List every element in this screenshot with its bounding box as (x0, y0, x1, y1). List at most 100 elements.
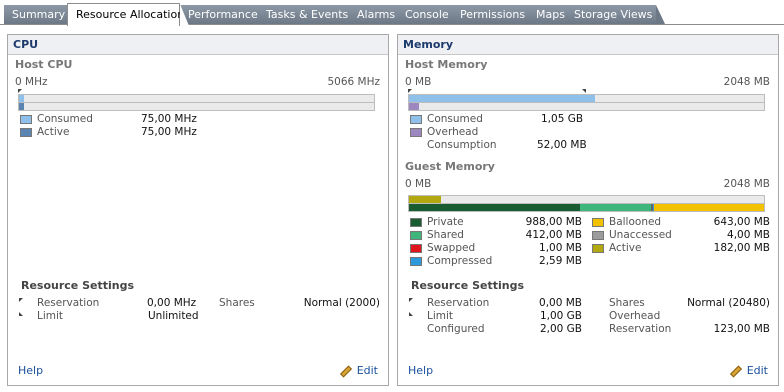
cpu-consumed-swatch (20, 115, 32, 124)
host-overhead-label: Overhead (427, 126, 479, 138)
memory-overhead-reservation-label: Reservation (609, 323, 672, 335)
guest-shared-label: Shared (427, 229, 464, 241)
guest-compressed-swatch (410, 257, 422, 266)
tab-permissions[interactable]: Permissions (452, 5, 540, 24)
cpu-edit-link[interactable]: Edit (339, 364, 378, 378)
guest-active-fill (409, 196, 441, 203)
cpu-active-bar (18, 102, 375, 111)
guest-segment-ballooned (654, 204, 764, 211)
guest-compressed-label: Compressed (427, 255, 493, 267)
cpu-reservation-value: 0,00 MHz (147, 297, 197, 309)
tab-alarms[interactable]: Alarms (349, 5, 408, 24)
guest-swapped-label: Swapped (427, 242, 476, 254)
memory-configured-label: Configured (427, 323, 485, 335)
memory-shares-value: Normal (20480) (687, 297, 770, 309)
memory-overhead-reservation-value: 123,00 MB (713, 323, 770, 335)
cpu-limit-icon (19, 312, 23, 316)
memory-limit-label: Limit (427, 310, 454, 322)
cpu-axis-min: 0 MHz (15, 76, 48, 88)
memory-overhead-label: Overhead (609, 310, 661, 322)
tab-summary[interactable]: Summary (4, 5, 78, 24)
guest-compressed-value: 2,59 MB (539, 255, 582, 267)
host-memory-min-marker-icon (408, 89, 412, 93)
tab-storage-views[interactable]: Storage Views (566, 5, 665, 24)
guest-swapped-swatch (410, 244, 422, 253)
tab-tasks-events[interactable]: Tasks & Events (258, 5, 358, 24)
guest-ballooned-label: Ballooned (609, 216, 662, 228)
host-cpu-title: Host CPU (15, 58, 73, 71)
cpu-reservation-marker-icon (18, 89, 22, 93)
cpu-panel-title: CPU (8, 35, 388, 55)
cpu-resource-settings-title: Resource Settings (21, 279, 135, 292)
host-consumption-value: 52,00 MB (537, 139, 587, 151)
tab-performance[interactable]: Performance (180, 5, 267, 24)
host-memory-consumed-fill (409, 95, 596, 102)
host-memory-axis-min: 0 MB (405, 76, 432, 88)
memory-panel-title: Memory (398, 35, 778, 55)
memory-panel: Memory Host Memory 0 MB 2048 MB Consumed… (397, 34, 779, 386)
memory-configured-value: 2,00 GB (539, 323, 582, 335)
memory-reservation-label: Reservation (427, 297, 490, 309)
tab-console[interactable]: Console (397, 5, 461, 24)
cpu-active-fill (19, 103, 25, 110)
memory-reservation-icon (409, 298, 413, 302)
edit-pencil-icon (729, 364, 742, 378)
host-memory-axis-max: 2048 MB (723, 76, 770, 88)
host-consumption-label: Consumption (427, 139, 497, 151)
cpu-active-value: 75,00 MHz (141, 126, 197, 138)
cpu-panel: CPU Host CPU 0 MHz 5066 MHz Consumed 75,… (7, 34, 389, 386)
tab-bar: Summary Resource Allocation Performance … (0, 0, 784, 26)
cpu-reservation-label: Reservation (37, 297, 100, 309)
guest-private-swatch (410, 218, 422, 227)
guest-unaccessed-label: Unaccessed (609, 229, 672, 241)
cpu-reservation-icon (19, 298, 23, 302)
tab-resource-allocation[interactable]: Resource Allocation (67, 3, 189, 26)
guest-segment-shared (580, 204, 652, 211)
memory-shares-label: Shares (609, 297, 645, 309)
guest-active-label: Active (609, 242, 642, 254)
memory-limit-icon (409, 312, 413, 316)
guest-active-value: 182,00 MB (713, 242, 770, 254)
cpu-active-swatch (20, 128, 32, 137)
guest-unaccessed-swatch (592, 231, 604, 240)
guest-unaccessed-value: 4,00 MB (727, 229, 770, 241)
tab-maps[interactable]: Maps (528, 5, 576, 24)
memory-help-link[interactable]: Help (408, 364, 433, 377)
host-memory-overhead-fill (409, 103, 419, 110)
cpu-active-label: Active (37, 126, 70, 138)
cpu-consumed-fill (19, 95, 25, 102)
guest-memory-title: Guest Memory (405, 160, 495, 173)
cpu-help-link[interactable]: Help (18, 364, 43, 377)
cpu-limit-value: Unlimited (148, 310, 199, 322)
guest-shared-value: 412,00 MB (525, 229, 582, 241)
host-memory-overhead-bar (408, 102, 765, 111)
cpu-edit-label: Edit (356, 364, 378, 377)
edit-pencil-icon (339, 364, 352, 378)
memory-edit-link[interactable]: Edit (729, 364, 768, 378)
guest-memory-axis-min: 0 MB (405, 178, 432, 190)
host-consumed-value: 1,05 GB (541, 113, 584, 125)
cpu-consumed-label: Consumed (37, 113, 93, 125)
guest-segment-private (409, 204, 581, 211)
guest-shared-swatch (410, 231, 422, 240)
cpu-shares-value: Normal (2000) (303, 297, 380, 309)
guest-ballooned-value: 643,00 MB (713, 216, 770, 228)
memory-resource-settings-title: Resource Settings (411, 279, 525, 292)
host-consumed-swatch (410, 115, 422, 124)
cpu-axis-max: 5066 MHz (327, 76, 380, 88)
memory-edit-label: Edit (746, 364, 768, 377)
guest-private-label: Private (427, 216, 464, 228)
host-overhead-swatch (410, 128, 422, 137)
guest-ballooned-swatch (592, 218, 604, 227)
cpu-limit-label: Limit (37, 310, 64, 322)
host-memory-reservation-marker-icon (582, 89, 586, 93)
guest-active-swatch (592, 244, 604, 253)
guest-private-value: 988,00 MB (525, 216, 582, 228)
host-consumed-label: Consumed (427, 113, 483, 125)
guest-swapped-value: 1,00 MB (539, 242, 582, 254)
memory-reservation-value: 0,00 MB (539, 297, 582, 309)
memory-limit-value: 1,00 GB (539, 310, 582, 322)
cpu-shares-label: Shares (219, 297, 255, 309)
guest-memory-bar (408, 203, 765, 212)
cpu-consumed-value: 75,00 MHz (141, 113, 197, 125)
